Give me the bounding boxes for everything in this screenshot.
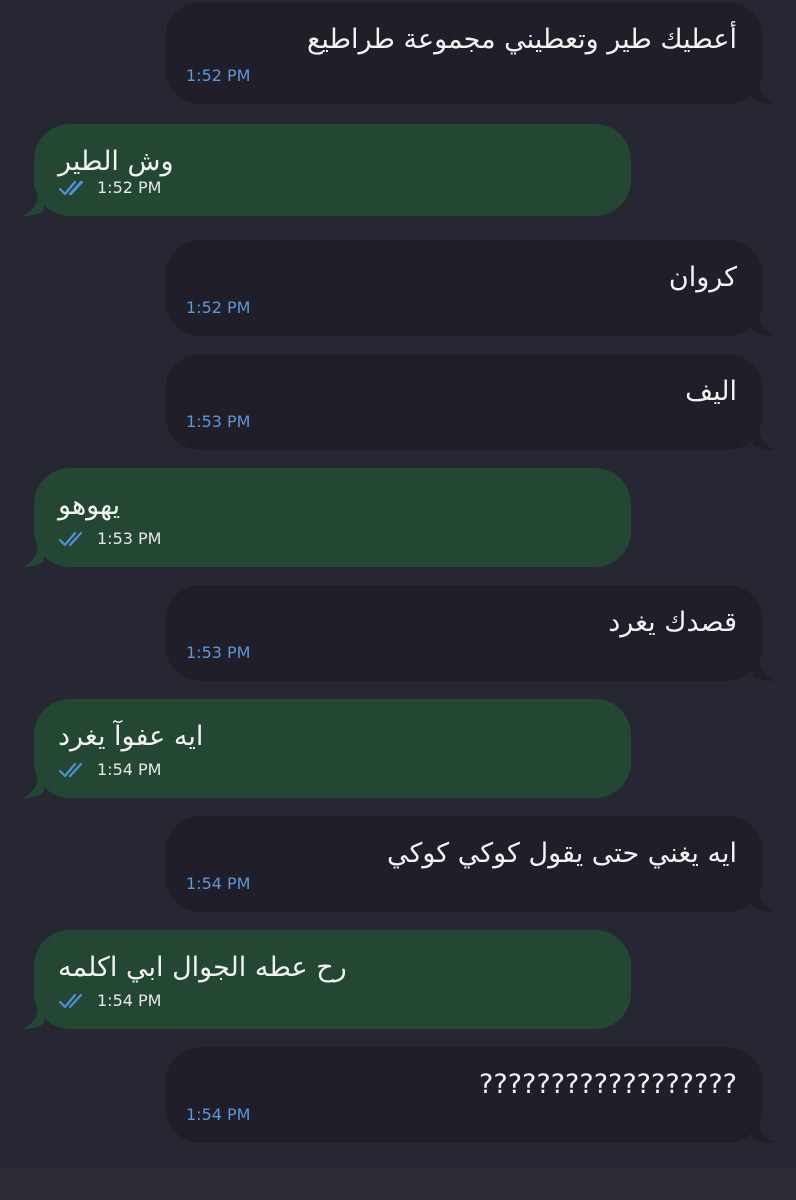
message-time: 1:54 PM [97,991,162,1010]
bubble-tail [22,1007,44,1029]
message-time: 1:53 PM [97,529,162,548]
message-bubble-incoming[interactable]: كروان 1:52 PM [165,240,775,336]
message-text: يهوهو [58,490,121,521]
message-time: 1:52 PM [97,178,162,197]
message-bubble-incoming[interactable]: اليف 1:53 PM [165,354,775,450]
bubble-tail [753,659,775,681]
message-bubble-incoming[interactable]: أعطيك طير وتعطيني مجموعة طراطيع 1:52 PM [165,2,775,104]
bubble-tail [753,1121,775,1143]
message-time: 1:54 PM [186,1105,251,1124]
bubble-tail [753,890,775,912]
bubble-tail [753,82,775,104]
bubble-tail [22,545,44,567]
message-time: 1:53 PM [186,643,251,662]
message-bubble-incoming[interactable]: قصدك يغرد 1:53 PM [165,585,775,681]
message-bubble-outgoing[interactable]: وش الطير 1:52 PM [22,124,631,216]
message-text: ?????????????????? [479,1069,737,1100]
bubble-tail [22,776,44,798]
message-text: ايه يغني حتى يقول كوكي كوكي [387,838,737,869]
message-time: 1:52 PM [186,66,251,85]
message-bubble-outgoing[interactable]: ايه عفوآ يغرد 1:54 PM [22,699,631,798]
message-text: رح عطه الجوال ابي اكلمه [58,952,347,983]
message-time: 1:54 PM [186,874,251,893]
message-text: اليف [685,376,737,407]
message-time: 1:53 PM [186,412,251,431]
message-text: كروان [668,262,737,293]
bubble-tail [753,428,775,450]
double-check-icon [58,993,83,1009]
double-check-icon [58,762,83,778]
message-bubble-outgoing[interactable]: رح عطه الجوال ابي اكلمه 1:54 PM [22,930,631,1029]
chat-history[interactable]: أعطيك طير وتعطيني مجموعة طراطيع 1:52 PM … [0,0,796,1200]
double-check-icon [58,180,84,196]
message-bubble-incoming[interactable]: ?????????????????? 1:54 PM [165,1047,775,1143]
input-bar-edge [0,1168,796,1200]
message-bubble-outgoing[interactable]: يهوهو 1:53 PM [22,468,631,567]
message-bubble-incoming[interactable]: ايه يغني حتى يقول كوكي كوكي 1:54 PM [165,816,775,912]
bubble-tail [22,194,44,216]
message-text: ايه عفوآ يغرد [58,721,204,752]
message-text: قصدك يغرد [608,607,737,638]
message-time: 1:52 PM [186,298,251,317]
bubble-tail [753,314,775,336]
message-text: أعطيك طير وتعطيني مجموعة طراطيع [307,24,737,55]
message-time: 1:54 PM [97,760,162,779]
message-text: وش الطير [58,146,174,177]
double-check-icon [58,531,83,547]
